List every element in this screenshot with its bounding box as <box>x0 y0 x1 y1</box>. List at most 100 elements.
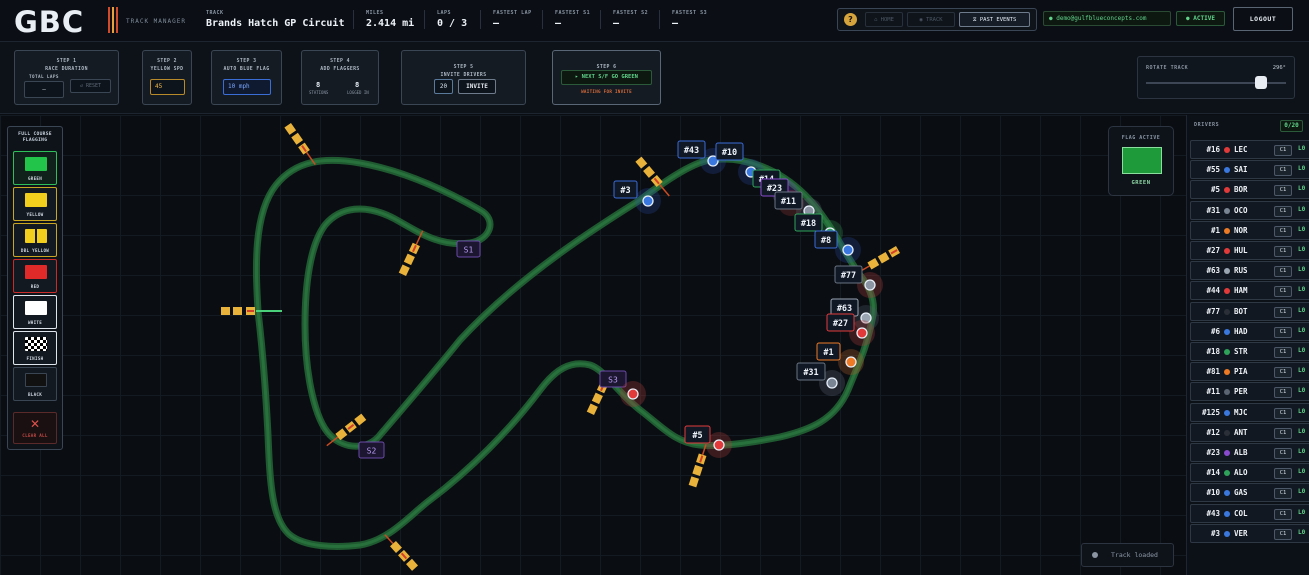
green-flag-button[interactable]: GREEN <box>13 151 57 185</box>
driver-row[interactable]: #27 HUL C1 L0 <box>1190 241 1309 260</box>
driver-class-badge[interactable]: C1 <box>1274 165 1292 177</box>
rotate-track-control: ROTATE TRACK 296° <box>1137 56 1295 99</box>
driver-class-badge[interactable]: C1 <box>1274 347 1292 358</box>
yellow-flag-label: YELLOW <box>26 212 44 217</box>
driver-row[interactable]: #1 NOR C1 L0 <box>1190 220 1309 240</box>
fastest-s1-label: FASTEST S1 <box>555 10 591 16</box>
black-flag-button[interactable]: BLACK <box>13 367 57 401</box>
driver-row[interactable]: #63 RUS C1 L0 <box>1190 261 1309 281</box>
driver-code: HAD <box>1234 326 1248 336</box>
car-tag-8: #8 <box>814 230 838 249</box>
driver-class-badge[interactable]: C1 <box>1274 407 1292 419</box>
rotate-slider-knob[interactable] <box>1254 76 1267 89</box>
driver-row[interactable]: #14 ALO C1 L0 <box>1190 463 1309 483</box>
waiting-note: WAITING FOR INVITE <box>581 89 632 94</box>
past-events-button[interactable]: ⧖ PAST EVENTS <box>959 12 1030 27</box>
fastest-lap-label: FASTEST LAP <box>493 10 532 16</box>
fastest-s2-stat: FASTEST S2 — <box>600 10 648 29</box>
driver-class-badge[interactable]: C1 <box>1274 508 1292 520</box>
driver-color-dot <box>1224 248 1230 254</box>
driver-class-badge[interactable]: C1 <box>1274 266 1292 278</box>
driver-row[interactable]: #77 BOT C1 L0 <box>1190 301 1309 321</box>
driver-code: PIA <box>1234 367 1248 377</box>
home-button[interactable]: ⌂ HOME <box>865 12 903 27</box>
driver-row[interactable]: #18 STR C1 L0 <box>1190 342 1309 361</box>
logged-in-label: LOGGED IN <box>347 90 369 95</box>
driver-class-badge[interactable]: C1 <box>1274 468 1292 480</box>
driver-lap: L0 <box>1298 488 1306 496</box>
driver-class-badge[interactable]: C1 <box>1274 246 1292 257</box>
driver-class-badge[interactable]: C1 <box>1274 326 1292 338</box>
driver-row[interactable]: #16 LEC C1 L0 <box>1190 140 1309 159</box>
finish-flag-button[interactable]: FINISH <box>13 331 57 365</box>
next-sf-go-green-button[interactable]: ▸ NEXT S/F GO GREEN <box>561 70 652 85</box>
driver-class-badge[interactable]: C1 <box>1274 448 1292 459</box>
driver-class-badge[interactable]: C1 <box>1274 427 1292 439</box>
help-icon[interactable]: ? <box>844 13 857 26</box>
driver-lap: L0 <box>1298 185 1306 193</box>
driver-lap: L0 <box>1298 326 1306 334</box>
track-button[interactable]: ◉ TRACK <box>907 12 955 27</box>
driver-class-badge[interactable]: C1 <box>1274 488 1292 500</box>
driver-number: #81 <box>1206 367 1220 377</box>
driver-class-badge[interactable]: C1 <box>1274 185 1292 197</box>
driver-lap: L0 <box>1298 266 1306 274</box>
sector-s2-marker: S2 <box>358 441 385 459</box>
driver-row[interactable]: #44 HAM C1 L0 <box>1190 281 1309 301</box>
driver-code: GAS <box>1234 488 1248 498</box>
red-flag-button[interactable]: RED <box>13 259 57 293</box>
step-title: STEP 2 <box>157 59 177 64</box>
driver-row[interactable]: #23 ALB C1 L0 <box>1190 443 1309 462</box>
clear-all-button[interactable]: ✕ CLEAR ALL <box>13 412 57 444</box>
driver-class-badge[interactable]: C1 <box>1274 528 1292 540</box>
driver-row[interactable]: #31 OCO C1 L0 <box>1190 200 1309 220</box>
driver-class-badge[interactable]: C1 <box>1274 367 1292 379</box>
yellow-flag-button[interactable]: YELLOW <box>13 187 57 221</box>
driver-row[interactable]: #6 HAD C1 L0 <box>1190 321 1309 341</box>
app-subtitle: TRACK MANAGER <box>126 18 186 25</box>
setup-steps: STEP 1 RACE DURATION TOTAL LAPS — ↺ RESE… <box>0 42 1309 114</box>
step-add-flaggers[interactable]: STEP 4 ADD FLAGGERS 8 STATIONS 8 LOGGED … <box>301 50 379 105</box>
driver-row[interactable]: #125 MJC C1 L0 <box>1190 402 1309 422</box>
driver-row[interactable]: #55 SAI C1 L0 <box>1190 160 1309 180</box>
driver-class-badge[interactable]: C1 <box>1274 225 1292 237</box>
driver-row[interactable]: #11 PER C1 L0 <box>1190 382 1309 402</box>
double-yellow-flag-button[interactable]: DBL YELLOW <box>13 223 57 257</box>
driver-class-badge[interactable]: C1 <box>1274 205 1292 217</box>
driver-row[interactable]: #10 GAS C1 L0 <box>1190 483 1309 503</box>
driver-class-badge[interactable]: C1 <box>1274 387 1292 399</box>
driver-row[interactable]: #5 BOR C1 L0 <box>1190 180 1309 200</box>
driver-number: #14 <box>1206 468 1220 478</box>
driver-row[interactable]: #43 COL C1 L0 <box>1190 503 1309 523</box>
rotate-track-value: 296° <box>1272 65 1286 71</box>
track-map[interactable]: S1 S2 S3 #43 #10 #3 #14 #23 #11 #18 #8 <box>0 115 1186 575</box>
step-auto-blue-flag: STEP 3 AUTO BLUE FLAG 10 mph <box>211 50 282 105</box>
flagger-station-8 <box>384 534 419 571</box>
blue-flag-speed-input[interactable]: 10 mph <box>223 79 271 95</box>
logout-button[interactable]: LOGOUT <box>1233 7 1293 31</box>
svg-text:#5: #5 <box>692 431 702 441</box>
red-flag-label: RED <box>30 284 40 289</box>
driver-class-badge[interactable]: C1 <box>1274 286 1292 298</box>
driver-class-badge[interactable]: C1 <box>1274 306 1292 318</box>
driver-code: VER <box>1234 528 1248 538</box>
driver-row[interactable]: #81 PIA C1 L0 <box>1190 362 1309 382</box>
driver-class-badge[interactable]: C1 <box>1274 145 1292 156</box>
white-flag-button[interactable]: WHITE <box>13 295 57 329</box>
yellow-speed-input[interactable]: 45 <box>150 79 185 95</box>
driver-number: #5 <box>1210 185 1220 195</box>
driver-row[interactable]: #3 VER C1 L0 <box>1190 523 1309 543</box>
nav-group: ? ⌂ HOME ◉ TRACK ⧖ PAST EVENTS <box>837 8 1037 31</box>
total-laps-input[interactable]: — <box>24 81 64 98</box>
driver-count-input[interactable]: 20 <box>434 79 453 94</box>
driver-row[interactable]: #12 ANT C1 L0 <box>1190 422 1309 442</box>
app-logo[interactable]: GBC <box>14 5 84 39</box>
driver-color-dot <box>1224 207 1230 214</box>
reset-button[interactable]: ↺ RESET <box>70 79 111 93</box>
invite-button[interactable]: INVITE <box>458 79 496 94</box>
red-flag-icon <box>25 265 47 279</box>
car-tag-1: #1 <box>816 342 841 361</box>
track-canvas[interactable]: S1 S2 S3 #43 #10 #3 #14 #23 #11 #18 #8 <box>0 115 1186 575</box>
driver-color-dot <box>1224 429 1230 436</box>
stations-label: STATIONS <box>309 90 329 95</box>
